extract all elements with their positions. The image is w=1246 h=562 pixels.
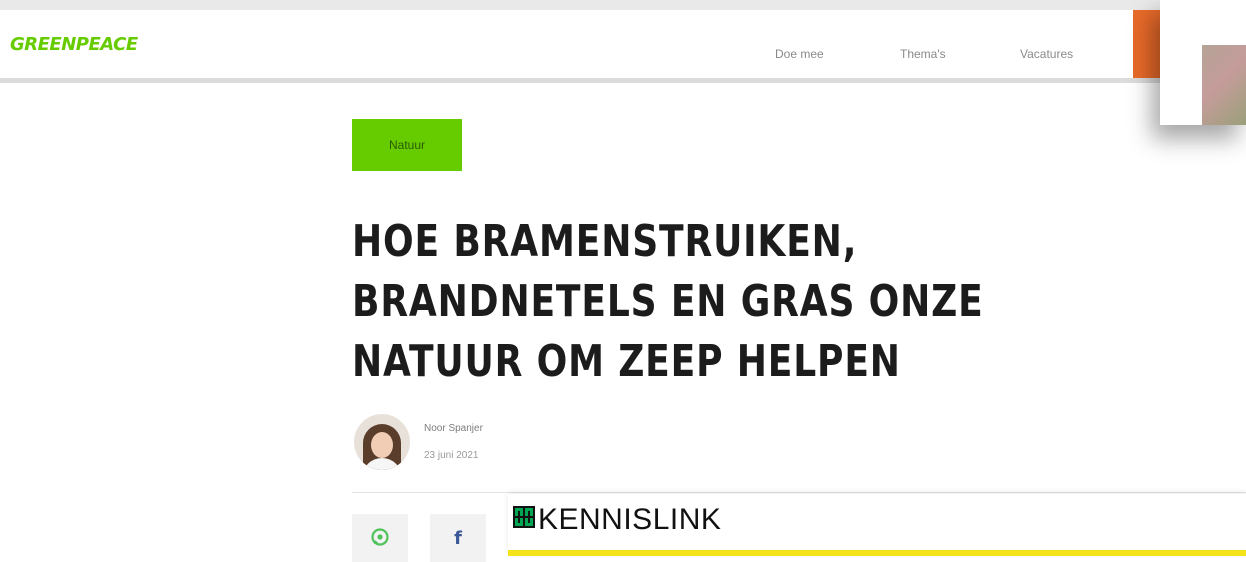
greenpeace-logo[interactable]: GREENPEACE (10, 34, 138, 55)
author-avatar (354, 414, 410, 470)
orange-cta-button[interactable] (1133, 10, 1163, 78)
nav-doe-mee[interactable]: Doe mee (775, 47, 824, 61)
nav-vacatures[interactable]: Vacatures (1020, 47, 1073, 61)
facebook-icon: f (454, 527, 462, 549)
share-facebook-button[interactable]: f (430, 514, 486, 562)
divider (352, 492, 1246, 493)
floating-card[interactable] (1160, 0, 1246, 125)
site-header: GREENPEACE Doe mee Thema's Vacatures (0, 10, 1163, 83)
author-name[interactable]: Noor Spanjer (424, 423, 483, 434)
publish-date: 23 juni 2021 (424, 450, 479, 461)
kennislink-label: KENNISLINK (538, 503, 722, 536)
share-whatsapp-button[interactable] (352, 514, 408, 562)
article-title: HOE BRAMENSTRUIKEN, BRANDNETELS EN GRAS … (352, 216, 984, 387)
whatsapp-icon (370, 527, 390, 550)
browser-top-strip (0, 0, 1246, 10)
kennislink-logo-icon (513, 506, 535, 533)
kennislink-banner[interactable]: KENNISLINK (508, 494, 1246, 556)
floating-card-image (1202, 45, 1246, 125)
nav-themas[interactable]: Thema's (900, 47, 946, 61)
kennislink-yellow-bar (508, 550, 1246, 556)
avatar-face (371, 432, 393, 458)
category-tag[interactable]: Natuur (352, 119, 462, 171)
